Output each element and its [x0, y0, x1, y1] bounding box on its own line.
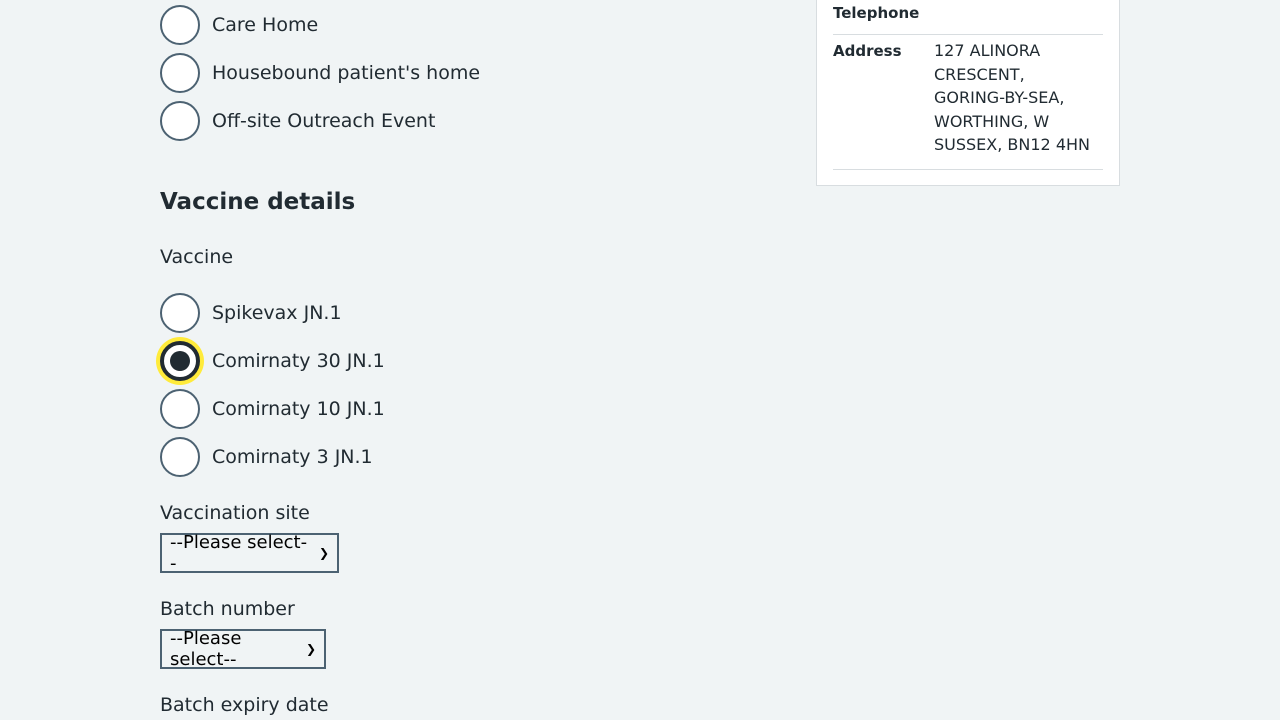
- select-value: --Please select--: [170, 628, 242, 670]
- select-value: --Please select--: [170, 532, 308, 574]
- radio-label: Spikevax JN.1: [212, 302, 342, 324]
- batch-expiry-label: Batch expiry date: [160, 694, 329, 716]
- chevron-down-icon: ❯: [305, 642, 316, 656]
- radio-label: Comirnaty 30 JN.1: [212, 350, 385, 372]
- radio-label: Comirnaty 10 JN.1: [212, 398, 385, 420]
- chevron-down-icon: ❯: [318, 546, 329, 560]
- vaccination-form-page: Care Home Housebound patient's home Off-…: [0, 0, 1280, 720]
- patient-summary-card: Telephone Address 127 ALINORA CRESCENT, …: [816, 0, 1120, 186]
- location-option-outreach[interactable]: Off-site Outreach Event: [160, 101, 435, 141]
- vaccine-option-comirnaty-10[interactable]: Comirnaty 10 JN.1: [160, 389, 385, 429]
- radio-label: Off-site Outreach Event: [212, 110, 436, 132]
- vaccine-option-comirnaty-3[interactable]: Comirnaty 3 JN.1: [160, 437, 373, 477]
- vaccine-option-spikevax[interactable]: Spikevax JN.1: [160, 293, 342, 333]
- address-value: 127 ALINORA CRESCENT, GORING-BY-SEA, WOR…: [934, 41, 1090, 154]
- radio-label: Housebound patient's home: [212, 62, 481, 84]
- radio-outreach[interactable]: [160, 101, 200, 141]
- radio-housebound[interactable]: [160, 53, 200, 93]
- vaccine-details-heading: Vaccine details: [160, 189, 356, 215]
- vaccination-site-select[interactable]: --Please select-- ❯: [160, 532, 339, 574]
- radio-label: Comirnaty 3 JN.1: [212, 446, 373, 468]
- radio-label: Care Home: [212, 14, 319, 36]
- radio-comirnaty-10[interactable]: [160, 389, 200, 429]
- radio-spikevax[interactable]: [160, 293, 200, 333]
- address-key: Address: [833, 42, 902, 60]
- location-option-care-home[interactable]: Care Home: [160, 5, 318, 45]
- vaccine-label: Vaccine: [160, 246, 234, 268]
- telephone-key: Telephone: [833, 4, 920, 22]
- radio-comirnaty-3[interactable]: [160, 437, 200, 477]
- vaccine-option-comirnaty-30[interactable]: Comirnaty 30 JN.1: [160, 341, 385, 381]
- batch-number-select[interactable]: --Please select-- ❯: [160, 628, 326, 670]
- batch-number-label: Batch number: [160, 598, 295, 620]
- telephone-row: Telephone: [833, 0, 1103, 35]
- radio-care-home[interactable]: [160, 5, 200, 45]
- location-option-housebound[interactable]: Housebound patient's home: [160, 53, 480, 93]
- vaccination-site-label: Vaccination site: [160, 502, 310, 524]
- radio-comirnaty-30[interactable]: [160, 341, 200, 381]
